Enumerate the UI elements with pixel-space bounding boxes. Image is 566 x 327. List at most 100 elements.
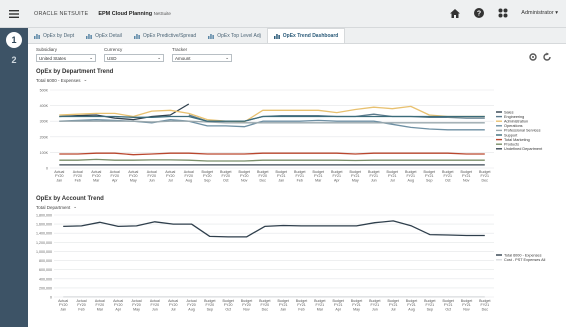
chart-icon bbox=[133, 33, 140, 39]
series-line bbox=[59, 105, 485, 123]
opex-by-department-chart: 0100K200K300K400K500KActualFY20JanActual… bbox=[40, 89, 544, 183]
x-tick-label: Mar bbox=[317, 307, 324, 311]
x-tick-label: Feb bbox=[78, 307, 84, 311]
x-tick-label: Apr bbox=[334, 178, 340, 182]
x-tick-label: Mar bbox=[315, 178, 322, 182]
tab-opex-predictive-spread[interactable]: OpEx Predictive/Spread bbox=[128, 28, 202, 43]
subsidiary-select[interactable]: United States ⌄ bbox=[36, 54, 96, 62]
y-tick-label: 1,200,000 bbox=[36, 241, 52, 245]
tab-opex-detail[interactable]: OpEx Detail bbox=[80, 28, 128, 43]
legend-label: Engineering bbox=[504, 115, 524, 119]
y-tick-label: 0 bbox=[50, 296, 52, 300]
tab-opex-trend-dashboard[interactable]: OpEx Trend Dashboard bbox=[266, 28, 346, 43]
x-tick-label: Feb bbox=[298, 307, 304, 311]
x-tick-label: Nov bbox=[243, 307, 250, 311]
header-bar: ORACLE NETSUITE EPM Cloud Planning NetSu… bbox=[0, 0, 566, 28]
y-tick-label: 1,000,000 bbox=[36, 250, 52, 254]
series-line bbox=[59, 152, 485, 156]
x-tick-label: Jul bbox=[171, 307, 176, 311]
tab-opex-top-level-adj[interactable]: OpEx Top Level Adj bbox=[202, 28, 267, 43]
chevron-down-icon: ⌄ bbox=[73, 204, 78, 209]
pov-bar: Subsidiary United States ⌄ Currency USD ⌄ … bbox=[28, 44, 566, 68]
settings-icon[interactable] bbox=[528, 52, 538, 62]
x-tick-label: Apr bbox=[112, 178, 118, 182]
y-tick-label: 300K bbox=[40, 120, 49, 124]
tracker-group: Tracker Amount ⌄ bbox=[172, 47, 232, 62]
chart-selector[interactable]: Total Department ⌄ bbox=[36, 204, 558, 210]
legend-label: Sales bbox=[504, 110, 514, 114]
x-tick-label: May bbox=[130, 178, 137, 182]
legend-label: Cost - PST Expenses All bbox=[504, 258, 545, 262]
chart-icon bbox=[86, 33, 93, 39]
series-line bbox=[63, 220, 485, 238]
y-tick-label: 600,000 bbox=[39, 268, 52, 272]
tracker-select[interactable]: Amount ⌄ bbox=[172, 54, 232, 62]
currency-group: Currency USD ⌄ bbox=[104, 47, 164, 62]
y-tick-label: 100K bbox=[40, 151, 49, 155]
x-tick-label: May bbox=[352, 178, 359, 182]
chart-title: OpEx by Account Trend bbox=[36, 196, 104, 202]
chart-icon bbox=[273, 34, 280, 39]
y-tick-label: 500K bbox=[40, 89, 49, 93]
chevron-down-icon: ⌄ bbox=[157, 55, 161, 60]
legend-label: Support bbox=[504, 133, 518, 137]
x-tick-label: Aug bbox=[186, 178, 192, 182]
legend-label: Undefined Department bbox=[504, 147, 543, 151]
legend-label: Operations bbox=[504, 124, 523, 128]
chart-title: OpEx by Department Trend bbox=[36, 69, 114, 75]
x-tick-label: Sep bbox=[426, 178, 432, 182]
x-tick-label: May bbox=[133, 307, 140, 311]
oracle-netsuite-logo: ORACLE NETSUITE bbox=[34, 10, 89, 17]
y-tick-label: 0 bbox=[46, 167, 48, 171]
x-tick-label: Dec bbox=[262, 307, 269, 311]
x-tick-label: Jun bbox=[152, 307, 158, 311]
x-tick-label: Jun bbox=[372, 307, 378, 311]
legend-label: Professional Services bbox=[504, 129, 541, 133]
x-tick-label: Nov bbox=[463, 307, 470, 311]
step-1[interactable]: 1 bbox=[6, 32, 22, 48]
x-tick-label: Jul bbox=[390, 178, 395, 182]
home-icon[interactable] bbox=[449, 7, 461, 19]
legend-label: Administration bbox=[504, 120, 528, 124]
tab-opex-by-dept[interactable]: OpEx by Dept bbox=[28, 28, 80, 43]
x-tick-label: Jan bbox=[278, 178, 284, 182]
x-tick-label: Mar bbox=[93, 178, 100, 182]
x-tick-label: Dec bbox=[482, 307, 489, 311]
x-tick-label: Sep bbox=[427, 307, 433, 311]
x-tick-label: Oct bbox=[445, 178, 451, 182]
chevron-down-icon: ⌄ bbox=[83, 77, 88, 82]
svg-text:?: ? bbox=[477, 10, 481, 17]
step-2[interactable]: 2 bbox=[6, 52, 22, 68]
x-tick-label: Mar bbox=[97, 307, 104, 311]
menu-icon[interactable] bbox=[0, 0, 28, 28]
refresh-icon[interactable] bbox=[542, 52, 552, 62]
y-tick-label: 200,000 bbox=[39, 286, 52, 290]
x-tick-label: Apr bbox=[115, 307, 121, 311]
chart-icon bbox=[34, 33, 40, 39]
x-tick-label: Oct bbox=[223, 178, 229, 182]
legend-label: Total Marketing bbox=[504, 138, 530, 142]
chevron-down-icon: ⌄ bbox=[225, 55, 229, 60]
x-tick-label: Oct bbox=[445, 307, 451, 311]
x-tick-label: Oct bbox=[225, 307, 231, 311]
subsidiary-group: Subsidiary United States ⌄ bbox=[36, 47, 96, 62]
user-menu[interactable]: Administrator ▾ bbox=[521, 10, 558, 16]
x-tick-label: Jan bbox=[60, 307, 66, 311]
opex-by-department-panel: OpEx by Department Trend Total 6000 - Ex… bbox=[36, 69, 558, 83]
x-tick-label: Nov bbox=[463, 178, 470, 182]
x-tick-label: Jul bbox=[391, 307, 396, 311]
subsidiary-label: Subsidiary bbox=[36, 47, 58, 52]
currency-select[interactable]: USD ⌄ bbox=[104, 54, 164, 62]
series-line bbox=[59, 158, 485, 162]
x-tick-label: Dec bbox=[482, 178, 489, 182]
chevron-down-icon: ⌄ bbox=[89, 55, 93, 60]
navigator-grid-icon[interactable] bbox=[497, 7, 509, 19]
x-tick-label: Jul bbox=[168, 178, 173, 182]
help-icon[interactable]: ? bbox=[473, 7, 485, 19]
chart-selector[interactable]: Total 6000 - Expenses ⌄ bbox=[36, 77, 558, 83]
y-tick-label: 800,000 bbox=[39, 259, 52, 263]
tracker-label: Tracker bbox=[172, 47, 188, 52]
x-tick-label: Apr bbox=[335, 307, 341, 311]
currency-label: Currency bbox=[104, 47, 123, 52]
x-tick-label: Feb bbox=[297, 178, 303, 182]
